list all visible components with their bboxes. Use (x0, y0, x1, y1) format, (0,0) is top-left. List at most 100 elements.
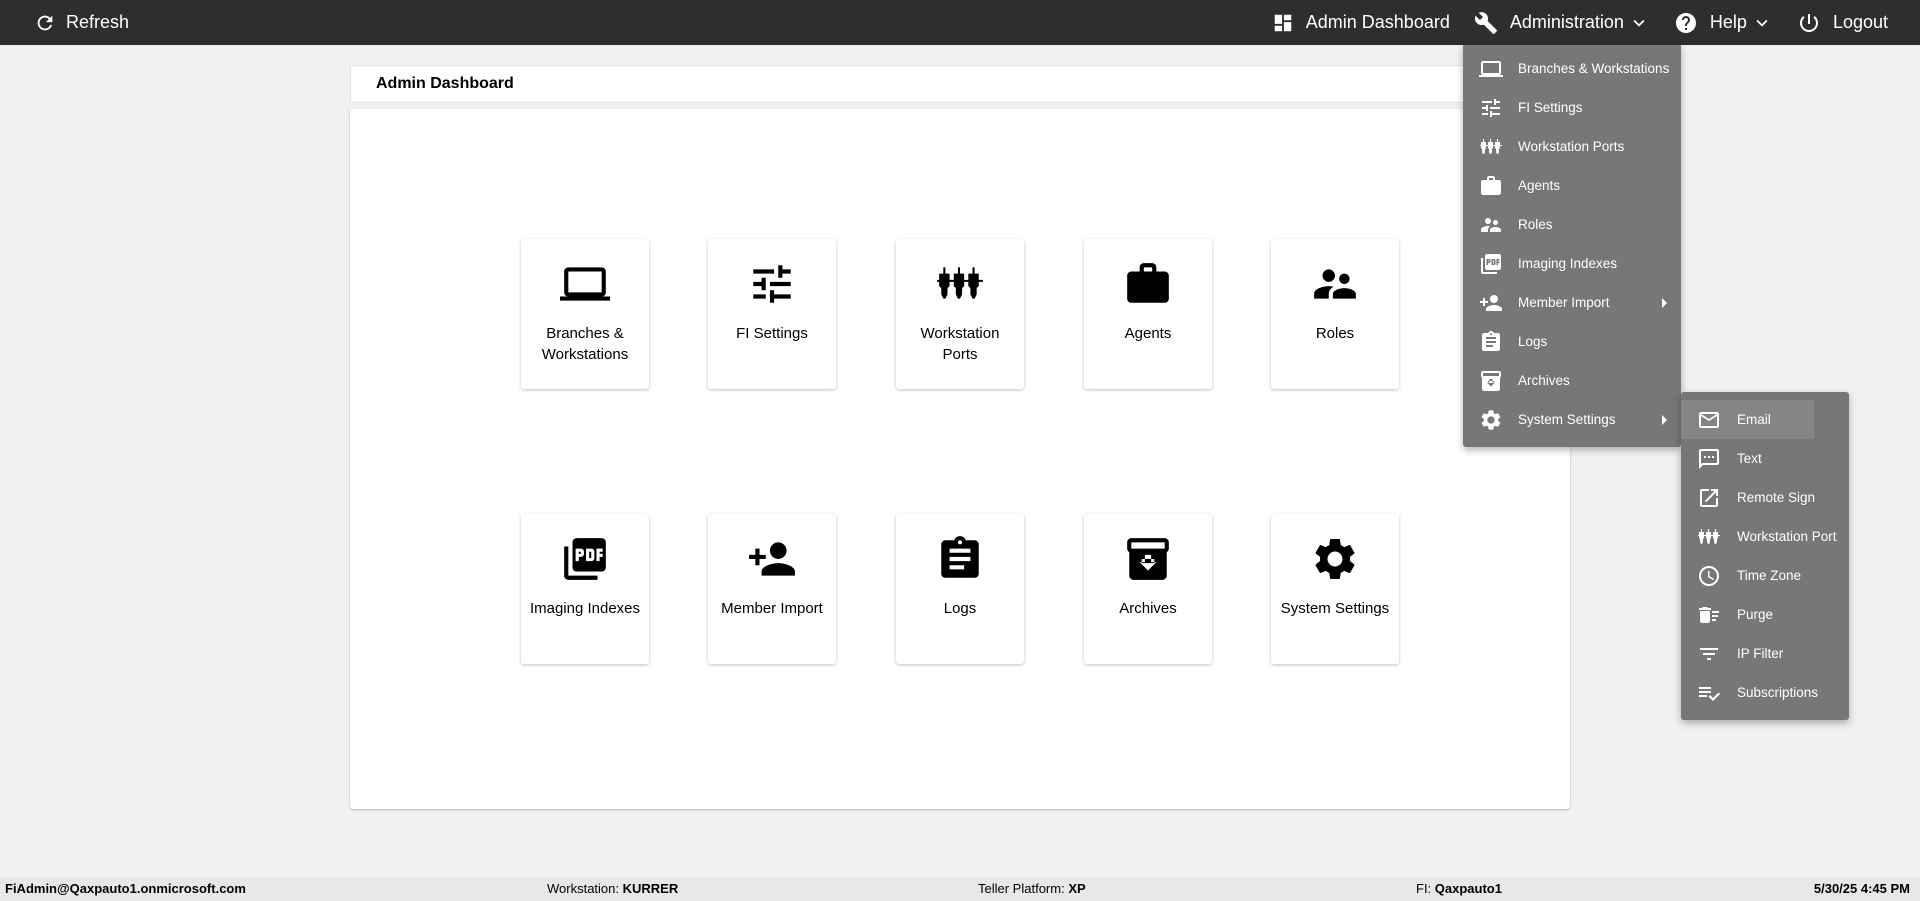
pdf-icon (1479, 252, 1503, 276)
archive-icon (1123, 534, 1173, 584)
pdf-icon (560, 534, 610, 584)
menu-item-member-import[interactable]: Member Import (1463, 283, 1681, 322)
gear-icon (1479, 408, 1503, 432)
clock-icon (1697, 564, 1721, 588)
submenu-item-text[interactable]: Text (1681, 439, 1849, 478)
tile-label: Imaging Indexes (529, 600, 641, 617)
power-icon (1797, 11, 1821, 35)
laptop-icon (1479, 57, 1503, 81)
tile-imaging-indexes[interactable]: Imaging Indexes (521, 514, 649, 664)
menu-item-logs[interactable]: Logs (1463, 322, 1681, 361)
submenu-item-ip-filter[interactable]: IP Filter (1681, 634, 1849, 673)
menu-item-label: Agents (1518, 178, 1561, 193)
tile-system-settings[interactable]: System Settings (1271, 514, 1399, 664)
menu-item-fi-settings[interactable]: FI Settings (1463, 88, 1681, 127)
tile-workstation-ports[interactable]: Workstation Ports (896, 239, 1024, 389)
tile-logs[interactable]: Logs (896, 514, 1024, 664)
administration-label: Administration (1509, 12, 1624, 32)
tile-label: Branches & Workstations (541, 325, 629, 363)
briefcase-icon (1479, 174, 1503, 198)
tune-icon (747, 259, 797, 309)
menu-item-label: Purge (1737, 607, 1774, 622)
menu-item-label: Roles (1518, 217, 1553, 232)
help-menu-button[interactable]: Help (1662, 0, 1785, 45)
dashboard-panel: Branches & Workstations FI Settings Work… (350, 109, 1570, 809)
tile-label: Agents (1124, 325, 1172, 342)
status-datetime: 5/30/25 4:45 PM (1813, 881, 1910, 896)
person-add-icon (1479, 291, 1503, 315)
menu-item-branches-workstations[interactable]: Branches & Workstations (1463, 49, 1681, 88)
tile-label: System Settings (1280, 600, 1390, 617)
tile-branches-workstations[interactable]: Branches & Workstations (521, 239, 649, 389)
refresh-icon (34, 12, 56, 34)
email-icon (1697, 408, 1721, 432)
help-icon (1674, 11, 1698, 35)
menu-item-agents[interactable]: Agents (1463, 166, 1681, 205)
menu-item-roles[interactable]: Roles (1463, 205, 1681, 244)
chevron-down-icon (1751, 12, 1773, 34)
submenu-item-subscriptions[interactable]: Subscriptions (1681, 673, 1849, 712)
status-teller-platform: Teller Platform: XP (978, 881, 1086, 896)
menu-item-imaging-indexes[interactable]: Imaging Indexes (1463, 244, 1681, 283)
tile-label: Workstation Ports (920, 325, 1000, 363)
submenu-item-purge[interactable]: Purge (1681, 595, 1849, 634)
submenu-item-workstation-port[interactable]: Workstation Port (1681, 517, 1849, 556)
logout-label: Logout (1832, 12, 1888, 32)
status-user: FiAdmin@Qaxpauto1.onmicrosoft.com (5, 881, 246, 896)
archive-icon (1479, 369, 1503, 393)
system-settings-submenu: Email Text Remote Sign Workstation Port … (1681, 392, 1849, 720)
menu-item-label: FI Settings (1518, 100, 1583, 115)
ports-icon (1697, 525, 1721, 549)
administration-menu-button[interactable]: Administration (1462, 0, 1662, 45)
wrench-icon (1474, 11, 1498, 35)
submenu-arrow-icon (1662, 414, 1667, 425)
people-icon (1479, 213, 1503, 237)
menu-item-label: Logs (1518, 334, 1548, 349)
refresh-button[interactable]: Refresh (22, 0, 141, 45)
clipboard-icon (935, 534, 985, 584)
playlist-check-icon (1697, 681, 1721, 705)
help-label: Help (1709, 12, 1747, 32)
menu-item-label: Remote Sign (1737, 490, 1816, 505)
menu-item-label: Member Import (1518, 295, 1610, 310)
top-nav-right: Admin Dashboard Administration Help Logo… (1260, 0, 1900, 45)
status-fi: FI: Qaxpauto1 (1416, 881, 1502, 896)
submenu-item-time-zone[interactable]: Time Zone (1681, 556, 1849, 595)
tile-archives[interactable]: Archives (1084, 514, 1212, 664)
tile-member-import[interactable]: Member Import (708, 514, 836, 664)
administration-dropdown-menu: Branches & Workstations FI Settings Work… (1463, 45, 1681, 447)
menu-item-workstation-ports[interactable]: Workstation Ports (1463, 127, 1681, 166)
menu-item-label: Imaging Indexes (1518, 256, 1618, 271)
menu-item-label: Email (1737, 412, 1771, 427)
admin-dashboard-link[interactable]: Admin Dashboard (1260, 0, 1462, 45)
submenu-item-remote-sign[interactable]: Remote Sign (1681, 478, 1849, 517)
top-navigation-bar: Refresh Admin Dashboard Administration H… (0, 0, 1920, 45)
tune-icon (1479, 96, 1503, 120)
menu-item-label: IP Filter (1737, 646, 1784, 661)
clipboard-icon (1479, 330, 1503, 354)
status-bar: FiAdmin@Qaxpauto1.onmicrosoft.com Workst… (0, 877, 1920, 901)
tile-agents[interactable]: Agents (1084, 239, 1212, 389)
tile-roles[interactable]: Roles (1271, 239, 1399, 389)
tile-label: FI Settings (736, 325, 808, 342)
tile-label: Roles (1315, 325, 1355, 342)
person-add-icon (747, 534, 797, 584)
open-in-new-icon (1697, 486, 1721, 510)
tile-label: Archives (1119, 600, 1177, 617)
menu-item-system-settings[interactable]: System Settings (1463, 400, 1681, 439)
page-title-bar: Admin Dashboard (350, 65, 1570, 103)
refresh-label: Refresh (66, 12, 130, 32)
page-title: Admin Dashboard (376, 75, 514, 92)
menu-item-label: System Settings (1518, 412, 1616, 427)
logout-button[interactable]: Logout (1785, 0, 1900, 45)
chevron-down-icon (1628, 12, 1650, 34)
people-icon (1310, 259, 1360, 309)
tile-fi-settings[interactable]: FI Settings (708, 239, 836, 389)
status-workstation: Workstation: KURRER (547, 881, 679, 896)
message-icon (1697, 447, 1721, 471)
filter-icon (1697, 642, 1721, 666)
menu-item-label: Workstation Port (1737, 529, 1837, 544)
menu-item-archives[interactable]: Archives (1463, 361, 1681, 400)
ports-icon (935, 259, 985, 309)
submenu-item-email[interactable]: Email (1681, 400, 1849, 439)
